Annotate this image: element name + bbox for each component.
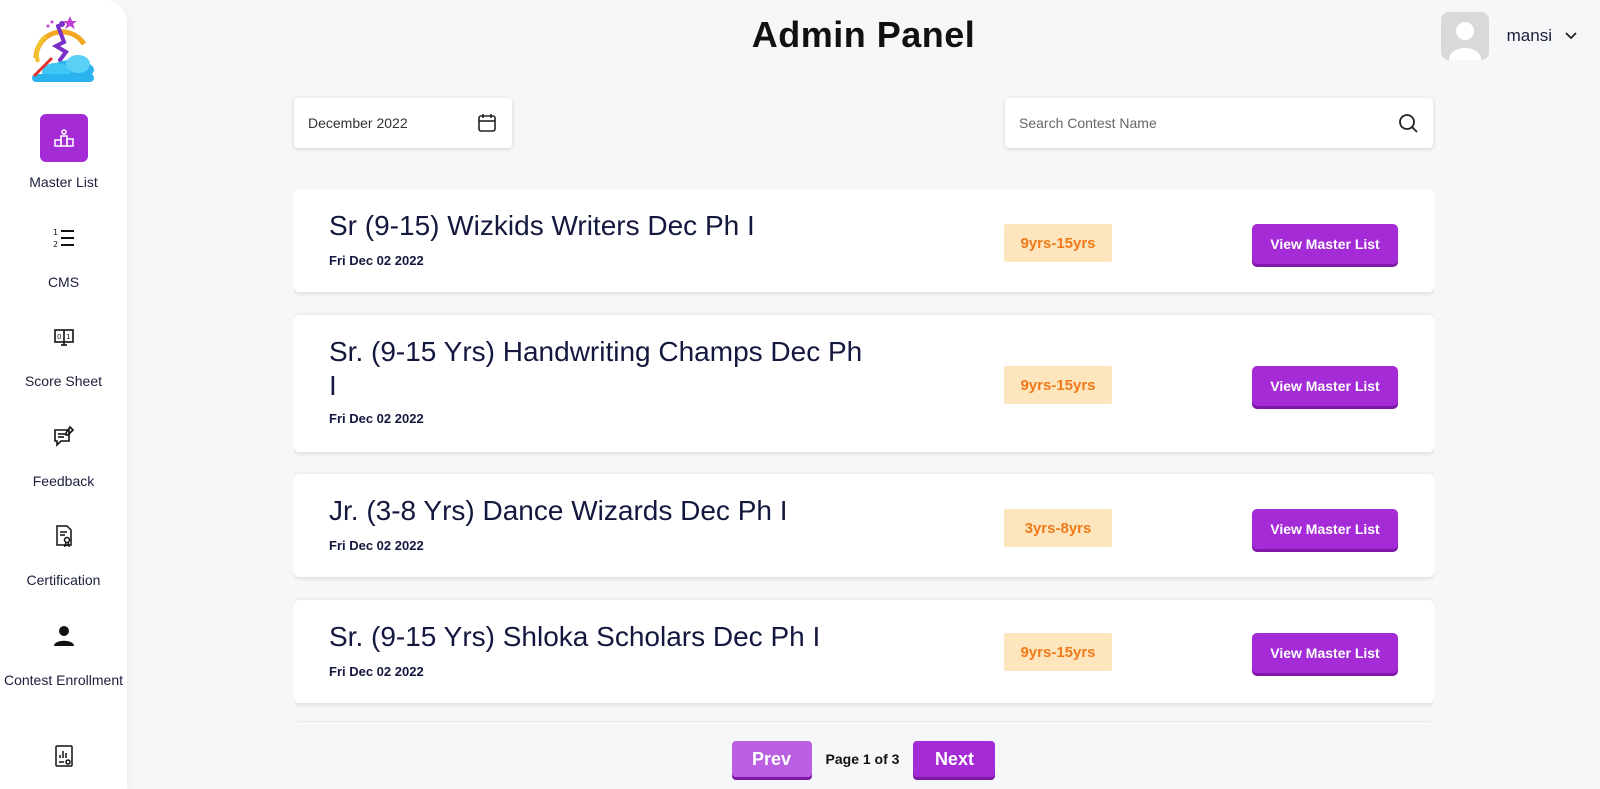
chevron-down-icon[interactable]	[1564, 29, 1578, 43]
numbered-list-icon: 1 2	[40, 214, 88, 262]
calendar-icon[interactable]	[476, 112, 498, 134]
sidebar-item-label: Score Sheet	[24, 373, 103, 389]
contest-card: Jr. (3-8 Yrs) Dance Wizards Dec Ph I Fri…	[294, 474, 1434, 577]
next-page-button[interactable]: Next	[913, 741, 996, 777]
sidebar-item-label: CMS	[47, 274, 80, 290]
sidebar-item-certification[interactable]: Certification	[0, 512, 127, 591]
month-picker[interactable]: December 2022	[294, 98, 512, 148]
sidebar-item-cms[interactable]: 1 2 CMS	[0, 214, 127, 293]
svg-text:1: 1	[66, 333, 70, 341]
sidebar: Master List 1 2 CMS 0 1 Score Sheet Feed…	[0, 0, 127, 789]
month-picker-value: December 2022	[308, 115, 408, 131]
svg-text:1: 1	[53, 228, 58, 237]
sidebar-item-score-sheet[interactable]: 0 1 Score Sheet	[0, 313, 127, 392]
contest-card: Sr. (9-15 Yrs) Shloka Scholars Dec Ph I …	[294, 600, 1434, 703]
age-badge: 3yrs-8yrs	[1004, 509, 1112, 547]
view-master-list-button[interactable]: View Master List	[1252, 224, 1398, 264]
contest-title: Jr. (3-8 Yrs) Dance Wizards Dec Ph I	[329, 495, 788, 526]
sidebar-item-label: Certification	[26, 572, 101, 588]
contest-title: Sr. (9-15 Yrs) Shloka Scholars Dec Ph I	[329, 621, 821, 652]
user-name[interactable]: mansi	[1507, 26, 1552, 46]
sidebar-item-contest-enrollment[interactable]: Contest Enrollment	[0, 612, 127, 691]
view-master-list-button[interactable]: View Master List	[1252, 366, 1398, 406]
sidebar-item-label: Feedback	[32, 473, 95, 489]
search-input[interactable]	[1019, 115, 1397, 131]
contest-date: Fri Dec 02 2022	[329, 253, 424, 268]
feedback-icon	[40, 413, 88, 461]
age-badge: 9yrs-15yrs	[1004, 633, 1112, 671]
view-master-list-button[interactable]: View Master List	[1252, 509, 1398, 549]
prev-page-button[interactable]: Prev	[731, 741, 812, 777]
contest-title: Sr (9-15) Wizkids Writers Dec Ph I	[329, 210, 755, 241]
age-badge: 9yrs-15yrs	[1004, 366, 1112, 404]
contest-card-partial	[294, 723, 1434, 724]
sidebar-item-label: Master List	[29, 174, 98, 190]
podium-icon	[39, 114, 88, 162]
contest-date: Fri Dec 02 2022	[329, 538, 424, 553]
contest-list: Sr (9-15) Wizkids Writers Dec Ph I Fri D…	[294, 189, 1434, 724]
view-master-list-button[interactable]: View Master List	[1252, 633, 1398, 673]
person-icon	[40, 612, 88, 660]
page-title: Admin Panel	[751, 14, 976, 55]
sidebar-item-master-list[interactable]: Master List	[0, 114, 127, 193]
page-indicator: Page 1 of 3	[825, 751, 900, 767]
sidebar-item-label: Contest Enrollment	[3, 672, 124, 688]
scoreboard-icon: 0 1	[40, 313, 88, 361]
contest-date: Fri Dec 02 2022	[329, 664, 424, 679]
contest-card: Sr. (9-15 Yrs) Handwriting Champs Dec Ph…	[294, 315, 1434, 452]
contest-card: Sr (9-15) Wizkids Writers Dec Ph I Fri D…	[294, 189, 1434, 292]
pagination: Prev Page 1 of 3 Next	[0, 741, 1600, 777]
avatar[interactable]	[1440, 12, 1489, 60]
svg-text:2: 2	[53, 240, 58, 249]
sidebar-item-feedback[interactable]: Feedback	[0, 413, 127, 492]
age-badge: 9yrs-15yrs	[1004, 224, 1112, 262]
search-icon[interactable]	[1397, 112, 1419, 134]
user-menu[interactable]: mansi	[1440, 12, 1578, 60]
svg-text:0: 0	[57, 333, 61, 341]
contest-date: Fri Dec 02 2022	[329, 411, 424, 426]
contest-title: Sr. (9-15 Yrs) Handwriting Champs Dec Ph…	[329, 336, 863, 401]
search-box[interactable]	[1005, 98, 1433, 148]
certificate-icon	[40, 512, 88, 560]
